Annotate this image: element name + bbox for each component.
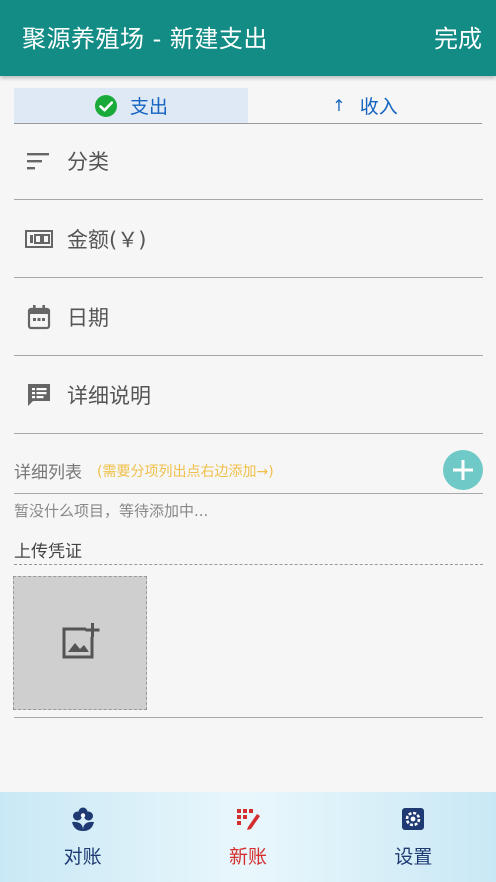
add-photo-icon (60, 621, 100, 665)
settings-icon (400, 806, 426, 836)
nav-label-reconcile: 对账 (63, 846, 102, 868)
upload-title: 上传凭证 (14, 537, 483, 565)
app-bar: 聚源养殖场 - 新建支出 完成 (0, 0, 496, 76)
upload-image-button[interactable] (13, 576, 147, 710)
empty-list-text: 暂没什么项目，等待添加中... (14, 502, 209, 520)
nav-item-new-entry[interactable]: 新账 (165, 792, 330, 882)
category-field[interactable]: 分类 (14, 122, 483, 200)
check-circle-icon (94, 94, 118, 118)
date-label: 日期 (67, 305, 109, 330)
nav-item-settings[interactable]: 设置 (331, 792, 496, 882)
add-item-button[interactable] (443, 450, 483, 490)
description-field[interactable]: 详细说明 (14, 356, 483, 434)
tab-income-label: 收入 (359, 96, 398, 118)
amount-field[interactable]: 金额(￥) (14, 200, 483, 278)
nav-label-settings: 设置 (394, 846, 433, 868)
divider (14, 717, 483, 718)
flower-icon (70, 806, 96, 836)
nav-item-reconcile[interactable]: 对账 (0, 792, 165, 882)
detail-list-header: 详细列表 (需要分项列出点右边添加→) (14, 446, 483, 494)
apps-icon (235, 806, 261, 836)
bottom-nav: 对账 新账 设置 (0, 792, 496, 882)
description-label: 详细说明 (67, 383, 151, 408)
amount-label: 金额(￥) (67, 227, 147, 252)
type-tabs: 支出 ↑ 收入 (14, 88, 482, 124)
sort-lines-icon (25, 151, 53, 171)
page-title: 聚源养殖场 - 新建支出 (22, 25, 268, 53)
tab-expense-label: 支出 (129, 96, 168, 118)
arrow-up-icon: ↑ (332, 96, 346, 115)
comment-icon (25, 382, 53, 408)
calendar-icon (25, 304, 53, 330)
detail-list-hint: (需要分项列出点右边添加→) (97, 464, 274, 480)
nav-label-new-entry: 新账 (228, 846, 267, 868)
detail-list-title: 详细列表 (14, 463, 82, 483)
tab-income[interactable]: ↑ 收入 (248, 88, 482, 123)
category-label: 分类 (67, 149, 109, 174)
tab-expense[interactable]: 支出 (14, 88, 248, 123)
date-field[interactable]: 日期 (14, 278, 483, 356)
done-button[interactable]: 完成 (434, 22, 482, 56)
money-icon (25, 229, 53, 249)
